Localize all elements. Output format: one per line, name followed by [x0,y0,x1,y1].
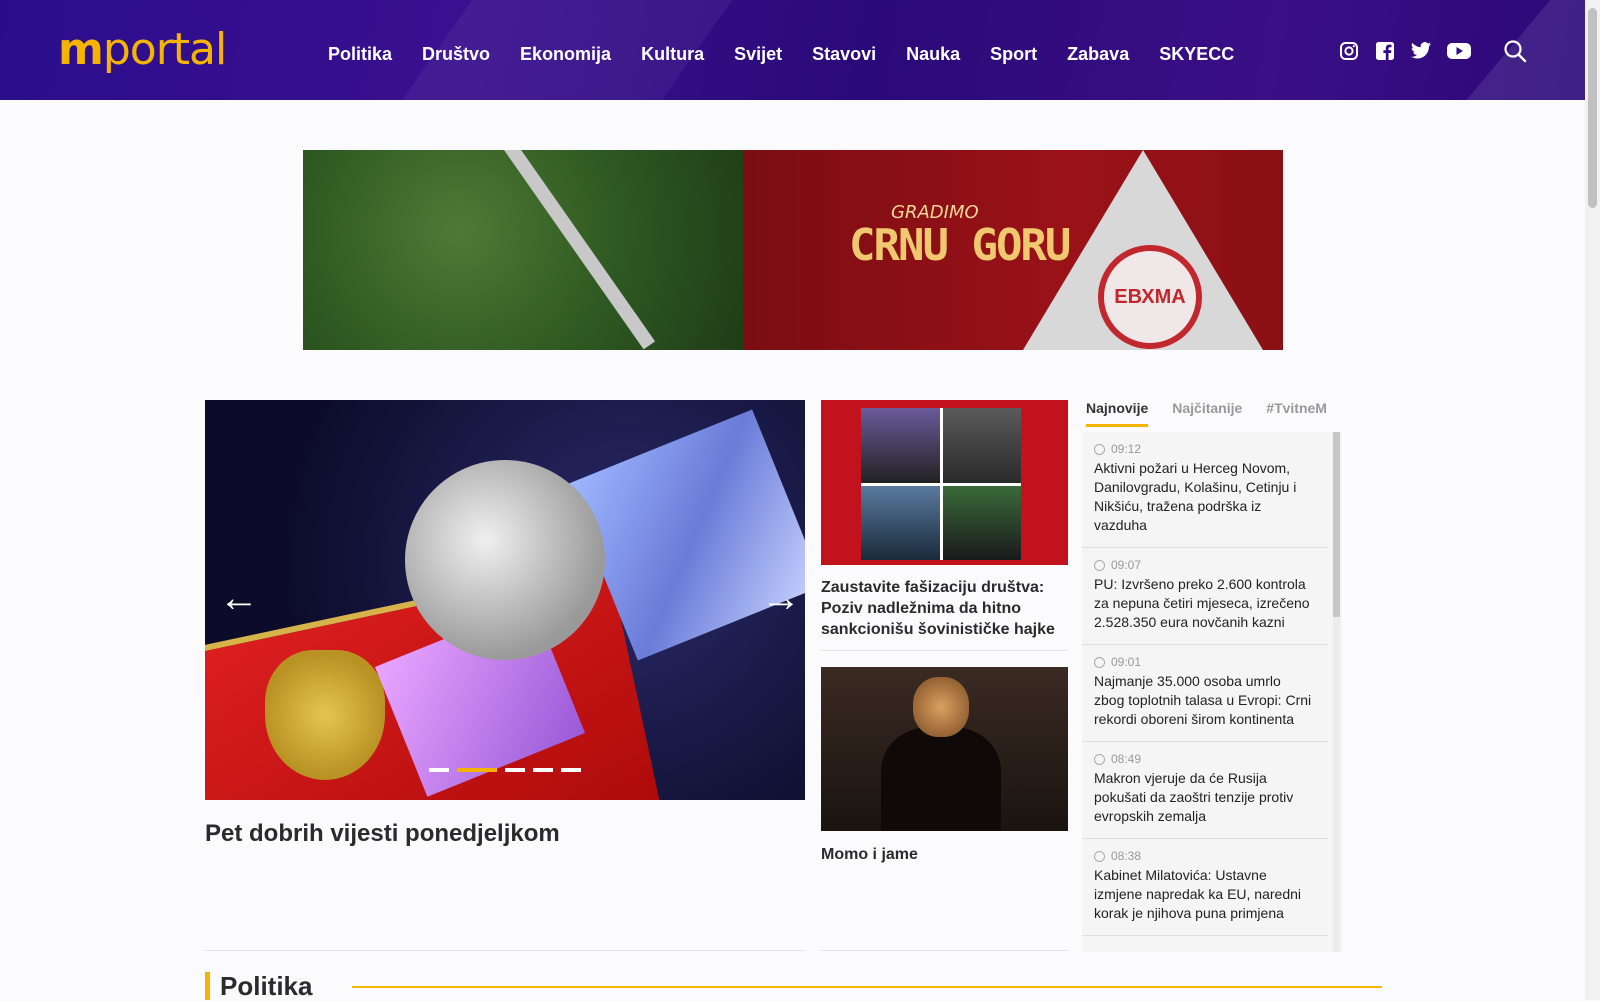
card-image-1[interactable] [821,400,1068,565]
tab-najcitanije[interactable]: Najčitanije [1172,400,1242,424]
card-photo-grid [861,408,1021,560]
news-headline[interactable]: Aktivni požari u Herceg Novom, Danilovgr… [1094,459,1312,535]
news-time: 09:07 [1111,558,1142,572]
slider-next-arrow-icon[interactable]: → [761,578,801,618]
clock-icon [1094,559,1105,571]
news-time: 09:01 [1111,655,1142,669]
scrollbar-thumb[interactable] [1588,8,1597,208]
news-list-scroll-thumb[interactable] [1333,432,1340,617]
hero-eagle-emblem [265,650,385,780]
section-title[interactable]: Politika [220,971,312,1002]
slider-prev-arrow-icon[interactable]: ← [219,578,259,618]
slider-dot[interactable] [505,768,525,772]
clock-icon [1094,850,1105,862]
nav-item-stavovi[interactable]: Stavovi [812,44,876,65]
main-nav: Politika Društvo Ekonomija Kultura Svije… [328,44,1264,65]
news-time: 08:49 [1111,752,1142,766]
slider-dot[interactable] [533,768,553,772]
slider-dot[interactable] [561,768,581,772]
news-time: 08:38 [1111,849,1142,863]
hero-slider[interactable]: ← → [205,400,805,800]
section-heading-politika: Politika [205,971,312,1002]
clock-icon [1094,656,1105,668]
nav-item-zabava[interactable]: Zabava [1067,44,1129,65]
ad-banner[interactable]: GRADIMO CRNU GORU ЕВХМА [303,150,1283,350]
news-headline[interactable]: Kabinet Milatovića: Ustavne izmjene napr… [1094,866,1312,923]
nav-item-sport[interactable]: Sport [990,44,1037,65]
nav-item-ekonomija[interactable]: Ekonomija [520,44,611,65]
nav-item-nauka[interactable]: Nauka [906,44,960,65]
tab-najnovije[interactable]: Najnovije [1086,400,1149,427]
news-list-scrollbar[interactable] [1333,432,1340,952]
card-tiger-head [913,677,969,737]
banner-seal-logo: ЕВХМА [1098,245,1202,349]
clock-icon [1094,443,1105,455]
banner-line2: CRNU GORU [849,220,1071,271]
card-divider [821,650,1068,651]
nav-item-drustvo[interactable]: Društvo [422,44,490,65]
news-sidebar: Najnovije Najčitanije #TvitneM 09:12 Akt… [1082,400,1342,952]
instagram-icon[interactable] [1338,40,1360,62]
list-item[interactable]: 08:38 Kabinet Milatovića: Ustavne izmjen… [1082,839,1328,936]
card-suit-figure [881,727,1001,831]
sidebar-tabs: Najnovije Najčitanije #TvitneM [1082,400,1342,430]
news-headline[interactable]: Makron vjeruje da će Rusija pokušati da … [1094,769,1312,826]
nav-item-skyecc[interactable]: SKYECC [1159,44,1234,65]
hero-divider [205,950,805,951]
card-bottom-divider [821,950,1068,951]
section-accent-bar [205,972,210,1000]
site-logo[interactable]: mportal [58,24,227,75]
news-headline[interactable]: Najmanje 35.000 osoba umrlo zbog toplotn… [1094,672,1312,729]
facebook-icon[interactable] [1374,40,1396,62]
section-underline [352,986,1382,988]
site-header: mportal Politika Društvo Ekonomija Kultu… [0,0,1585,100]
clock-icon [1094,753,1105,765]
youtube-icon[interactable] [1446,40,1472,62]
social-links [1338,40,1472,62]
slider-dots [429,768,581,772]
nav-item-politika[interactable]: Politika [328,44,392,65]
hero-satellite-dish [405,460,605,660]
nav-item-svijet[interactable]: Svijet [734,44,782,65]
nav-item-kultura[interactable]: Kultura [641,44,704,65]
news-list: 09:12 Aktivni požari u Herceg Novom, Dan… [1082,432,1342,952]
page-scrollbar[interactable] [1585,0,1600,1000]
twitter-icon[interactable] [1410,40,1432,62]
list-item[interactable]: 08:49 Makron vjeruje da će Rusija pokuša… [1082,742,1328,839]
card-title-1[interactable]: Zaustavite fašizaciju društva: Poziv nad… [821,577,1066,640]
slider-dot[interactable] [429,768,449,772]
news-time: 09:12 [1111,442,1142,456]
list-item[interactable]: 09:12 Aktivni požari u Herceg Novom, Dan… [1082,432,1328,548]
news-headline[interactable]: PU: Izvršeno preko 2.600 kontrola za nep… [1094,575,1312,632]
search-icon[interactable] [1502,38,1528,64]
slider-dot-active[interactable] [457,768,497,772]
card-image-2[interactable] [821,667,1068,831]
list-item[interactable]: 09:07 PU: Izvršeno preko 2.600 kontrola … [1082,548,1328,645]
card-title-2[interactable]: Momo i jame [821,844,1066,865]
list-item[interactable]: 09:01 Najmanje 35.000 osoba umrlo zbog t… [1082,645,1328,742]
hero-title[interactable]: Pet dobrih vijesti ponedjeljkom [205,820,560,848]
tab-tvitnem[interactable]: #TvitneM [1266,400,1327,424]
